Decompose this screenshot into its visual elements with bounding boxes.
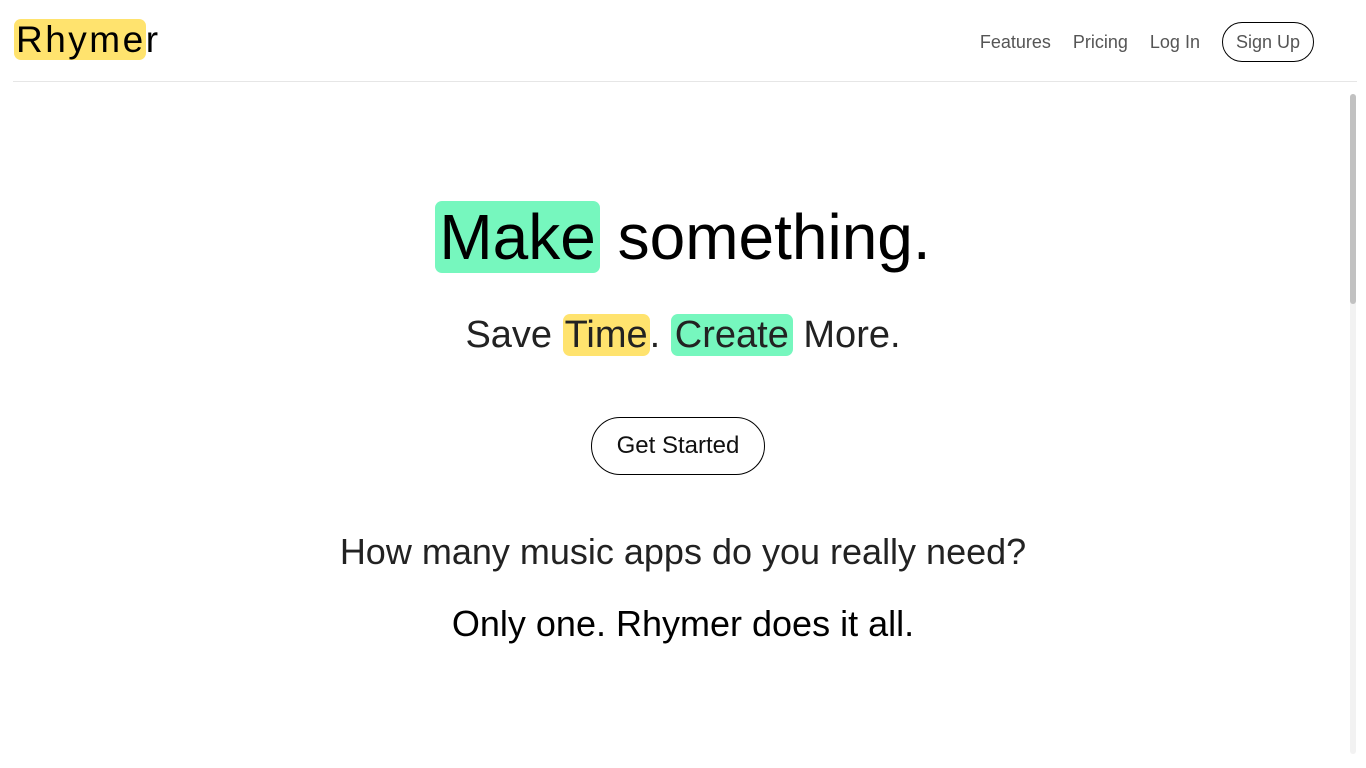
subtitle-part1: Save: [465, 314, 563, 356]
logo-rest: r: [145, 19, 161, 60]
pitch-question: How many music apps do you really need?: [339, 531, 1027, 572]
signup-button[interactable]: Sign Up: [1221, 22, 1314, 62]
site-header: Rhymer Features Pricing Log In Sign Up: [0, 0, 1366, 82]
main-nav: Features Pricing Log In Sign Up: [980, 22, 1314, 62]
nav-features-link[interactable]: Features: [980, 32, 1051, 53]
logo-highlight: Rhyme: [14, 19, 146, 60]
logo[interactable]: Rhymer: [14, 17, 161, 62]
landing-page: Rhymer Features Pricing Log In Sign Up M…: [0, 0, 1366, 768]
hero-title-rest: something.: [599, 201, 931, 273]
subtitle-highlight-time: Time: [562, 314, 650, 356]
hero-subtitle: Save Time. Create More.: [0, 312, 1366, 358]
get-started-button[interactable]: Get Started: [590, 417, 766, 475]
subtitle-part3: More.: [792, 314, 901, 356]
nav-pricing-link[interactable]: Pricing: [1073, 32, 1128, 53]
subtitle-highlight-create: Create: [670, 314, 793, 356]
header-divider: [13, 81, 1357, 82]
pitch-answer: Only one. Rhymer does it all.: [451, 603, 915, 644]
nav-login-link[interactable]: Log In: [1150, 32, 1200, 53]
hero-title-highlight: Make: [435, 201, 600, 273]
hero-title: Make something.: [0, 198, 1366, 276]
cta-container: Get Started: [0, 417, 1366, 475]
subtitle-part2: .: [649, 314, 671, 356]
